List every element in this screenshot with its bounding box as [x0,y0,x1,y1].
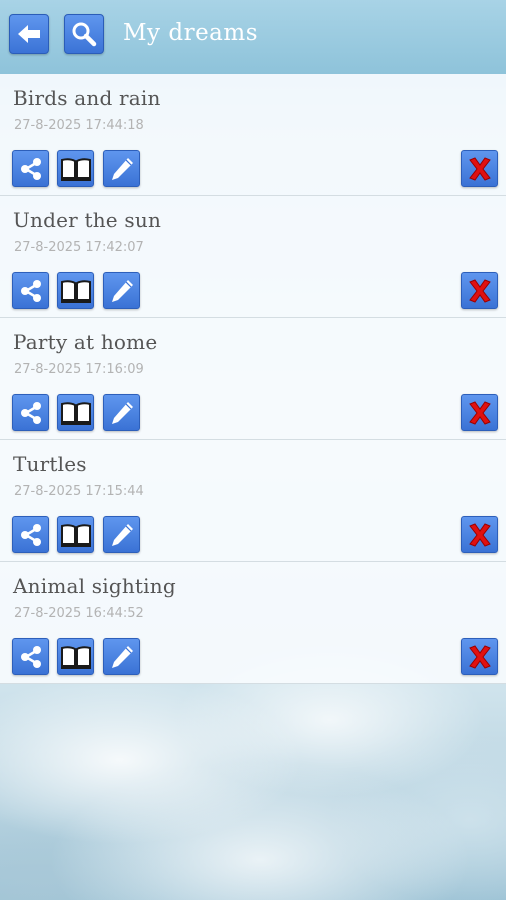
dream-title: Animal sighting [13,574,176,598]
edit-button[interactable] [103,516,140,553]
share-button[interactable] [12,394,49,431]
share-icon [20,157,41,180]
read-button[interactable] [57,394,94,431]
open-book-icon [60,645,91,669]
open-book-icon [60,279,91,303]
red-x-icon [468,278,491,303]
open-book-icon [60,401,91,425]
share-button[interactable] [12,638,49,675]
pencil-icon [111,157,133,180]
delete-button[interactable] [461,516,498,553]
dream-date: 27-8-2025 17:44:18 [14,118,144,133]
edit-button[interactable] [103,150,140,187]
back-button[interactable] [9,14,49,54]
pencil-icon [111,401,133,424]
delete-button[interactable] [461,394,498,431]
dream-item[interactable]: Under the sun 27-8-2025 17:42:07 [0,196,506,318]
share-button[interactable] [12,150,49,187]
pencil-icon [111,523,133,546]
read-button[interactable] [57,638,94,675]
share-icon [20,279,41,302]
dream-item[interactable]: Turtles 27-8-2025 17:15:44 [0,440,506,562]
red-x-icon [468,400,491,425]
dream-date: 27-8-2025 17:16:09 [14,362,144,377]
share-icon [20,401,41,424]
dream-title: Under the sun [13,208,162,232]
dream-list: Birds and rain 27-8-2025 17:44:18 Under … [0,74,506,684]
dream-item[interactable]: Animal sighting 27-8-2025 16:44:52 [0,562,506,684]
red-x-icon [468,522,491,547]
dream-date: 27-8-2025 16:44:52 [14,606,144,621]
search-button[interactable] [64,14,104,54]
share-button[interactable] [12,272,49,309]
edit-button[interactable] [103,394,140,431]
red-x-icon [468,644,491,669]
edit-button[interactable] [103,638,140,675]
dream-title: Turtles [13,452,87,476]
read-button[interactable] [57,516,94,553]
delete-button[interactable] [461,272,498,309]
share-icon [20,645,41,668]
arrow-left-icon [18,25,40,43]
dream-item[interactable]: Birds and rain 27-8-2025 17:44:18 [0,74,506,196]
delete-button[interactable] [461,638,498,675]
dream-title: Party at home [13,330,158,354]
open-book-icon [60,523,91,547]
page-title: My dreams [123,20,259,46]
pencil-icon [111,645,133,668]
dream-date: 27-8-2025 17:42:07 [14,240,144,255]
app-header: My dreams [0,0,506,74]
delete-button[interactable] [461,150,498,187]
dream-item[interactable]: Party at home 27-8-2025 17:16:09 [0,318,506,440]
read-button[interactable] [57,150,94,187]
dream-date: 27-8-2025 17:15:44 [14,484,144,499]
edit-button[interactable] [103,272,140,309]
open-book-icon [60,157,91,181]
read-button[interactable] [57,272,94,309]
dream-title: Birds and rain [13,86,161,110]
share-icon [20,523,41,546]
red-x-icon [468,156,491,181]
magnifier-icon [72,22,97,47]
share-button[interactable] [12,516,49,553]
pencil-icon [111,279,133,302]
